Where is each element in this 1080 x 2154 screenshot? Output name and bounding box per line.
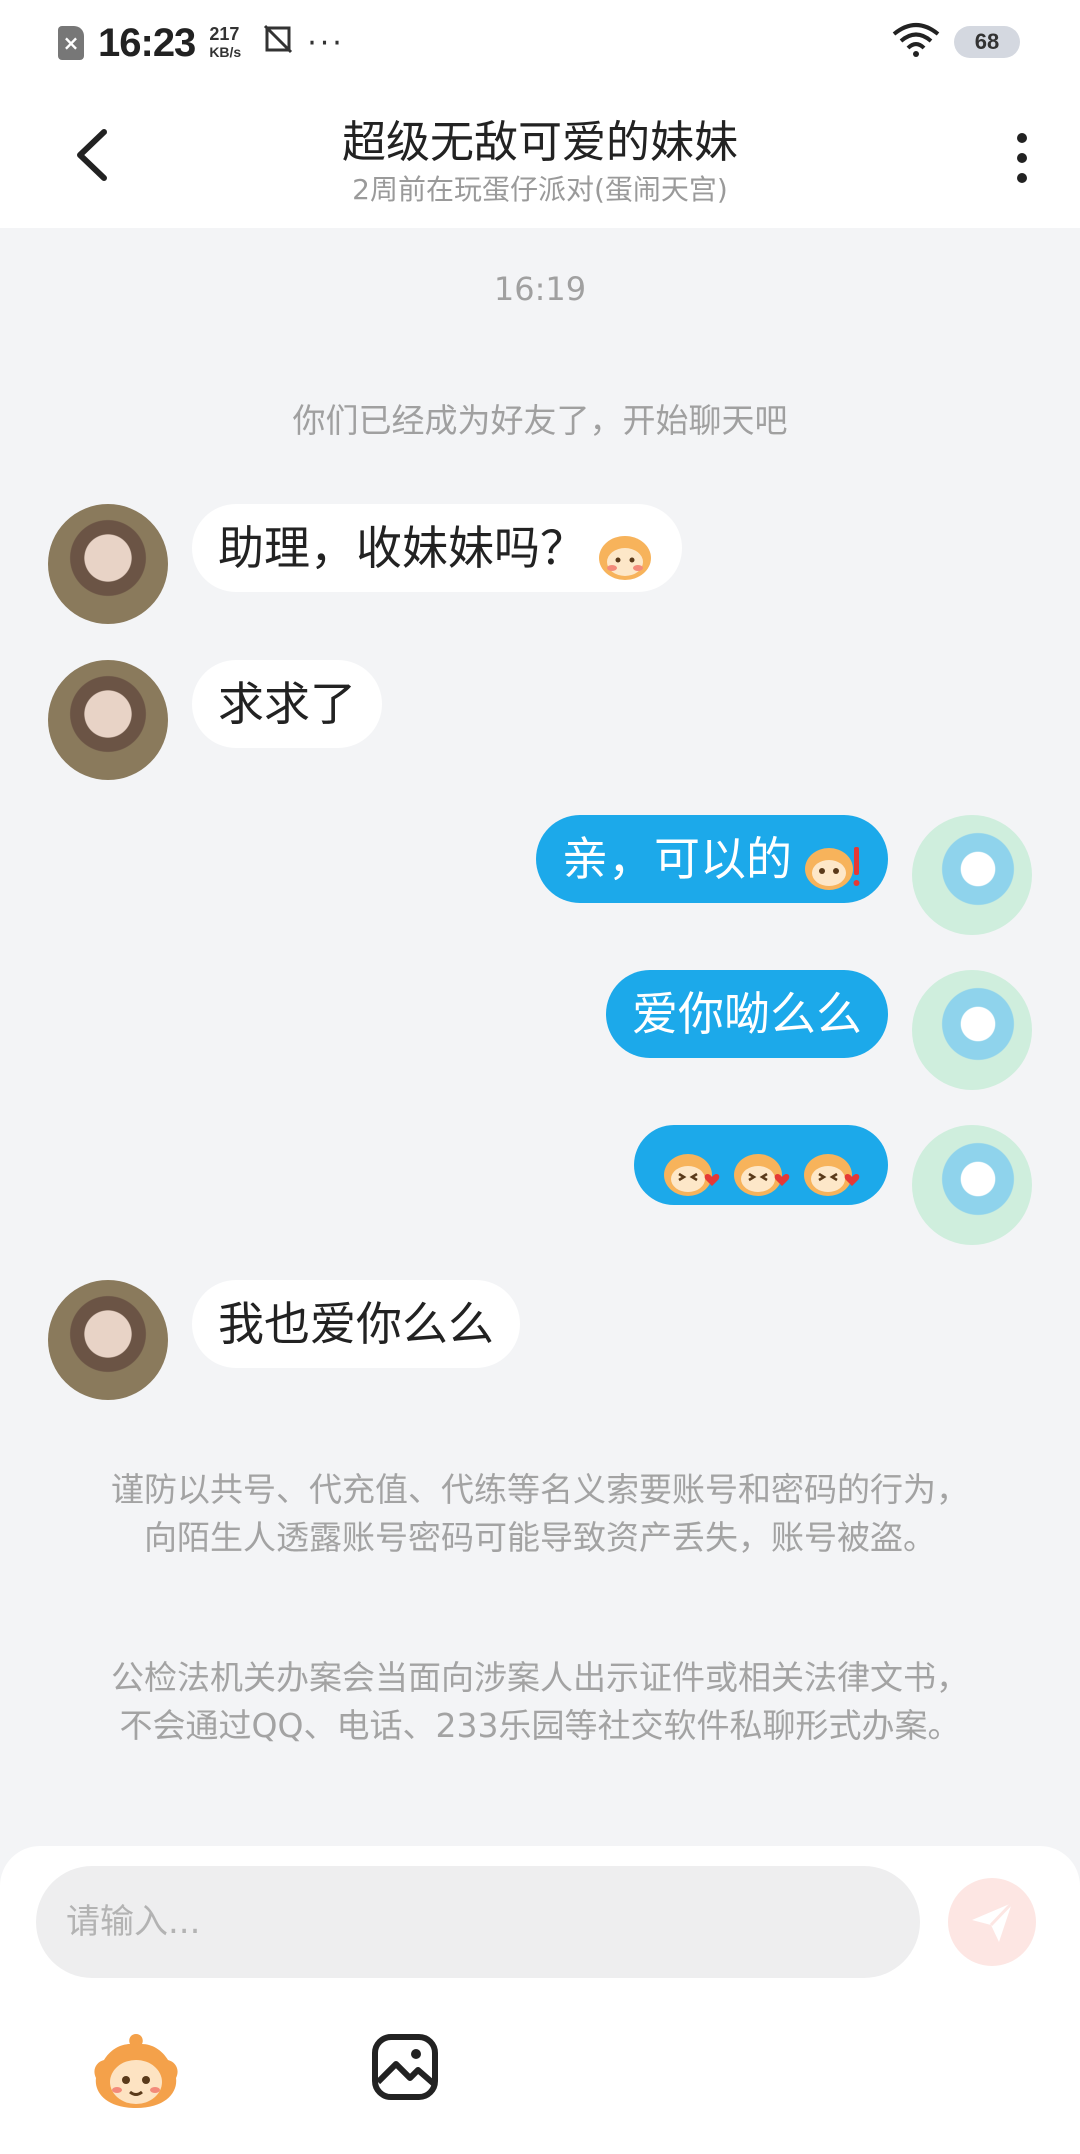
more-vertical-icon	[1017, 133, 1027, 183]
message-text: 助理，收妹妹吗？	[218, 521, 586, 575]
message-row	[610, 1125, 1032, 1245]
kiss-egg-emoji-icon	[730, 1139, 792, 1196]
kiss-egg-emoji-icon	[660, 1139, 722, 1196]
contact-avatar[interactable]	[48, 504, 168, 624]
image-icon	[372, 2034, 438, 2100]
message-row: 助理，收妹妹吗？	[48, 504, 706, 624]
message-row: 爱你呦么么	[582, 970, 1032, 1090]
message-bubble[interactable]: 助理，收妹妹吗？	[192, 504, 682, 592]
police-notice: 公检法机关办案会当面向涉案人出示证件或相关法律文书，不会通过QQ、电话、233乐…	[111, 1658, 969, 1745]
my-avatar[interactable]	[912, 970, 1032, 1090]
contact-activity: 2周前在玩蛋仔派对(蛋闹天宫)	[352, 173, 728, 206]
message-row: 亲，可以的	[512, 815, 1032, 935]
battery-icon: 68	[954, 26, 1020, 58]
shy-egg-emoji-icon	[594, 522, 656, 580]
my-avatar[interactable]	[912, 815, 1032, 935]
excited-egg-emoji-icon	[800, 833, 862, 890]
security-notice: 谨防以共号、代充值、代练等名义索要账号和密码的行为，向陌生人透露账号密码可能导致…	[111, 1470, 969, 1557]
image-button[interactable]	[370, 2032, 440, 2102]
message-text: 亲，可以的	[562, 832, 792, 886]
contact-name: 超级无敌可爱的妹妹	[342, 117, 738, 168]
input-panel	[0, 1846, 1080, 2154]
message-text: 爱你呦么么	[632, 987, 862, 1041]
friend-added-tip: 你们已经成为好友了，开始聊天吧	[292, 401, 788, 440]
back-button[interactable]	[60, 120, 130, 190]
chevron-left-icon	[77, 129, 107, 181]
network-speed-unit: KB/s	[209, 44, 242, 60]
network-speed-value: 217	[209, 24, 240, 44]
message-bubble[interactable]: 求求了	[192, 660, 382, 748]
message-input[interactable]	[36, 1866, 920, 1978]
message-bubble[interactable]: 亲，可以的	[536, 815, 888, 903]
message-text: 求求了	[218, 677, 356, 731]
egg-emoji-icon	[94, 2034, 178, 2108]
send-icon	[972, 1901, 1014, 1942]
contact-avatar[interactable]	[48, 1280, 168, 1400]
chat-header: 超级无敌可爱的妹妹 2周前在玩蛋仔派对(蛋闹天宫)	[0, 88, 1080, 228]
more-notifications-icon: ···	[307, 25, 345, 61]
kiss-egg-emoji-icon	[800, 1139, 862, 1196]
more-options-button[interactable]	[1004, 128, 1040, 188]
message-text: 我也爱你么么	[218, 1297, 494, 1351]
my-avatar[interactable]	[912, 1125, 1032, 1245]
no-image-icon	[263, 24, 293, 62]
wifi-icon	[892, 22, 940, 62]
message-row: 我也爱你么么	[48, 1280, 544, 1400]
send-button[interactable]	[948, 1878, 1036, 1966]
sim-off-icon: ×	[58, 26, 84, 60]
message-row: 求求了	[48, 660, 406, 780]
message-bubble[interactable]: 爱你呦么么	[606, 970, 888, 1058]
message-bubble[interactable]: 我也爱你么么	[192, 1280, 520, 1368]
emoji-button[interactable]	[90, 2026, 182, 2118]
message-bubble[interactable]	[634, 1125, 888, 1205]
chat-time-label: 16:19	[493, 270, 587, 308]
contact-avatar[interactable]	[48, 660, 168, 780]
status-bar: × 16:23 217 KB/s ··· 68	[0, 0, 1080, 88]
status-time: 16:23	[98, 20, 196, 65]
network-speed: 217 KB/s	[209, 25, 241, 61]
battery-level: 68	[974, 29, 1000, 54]
